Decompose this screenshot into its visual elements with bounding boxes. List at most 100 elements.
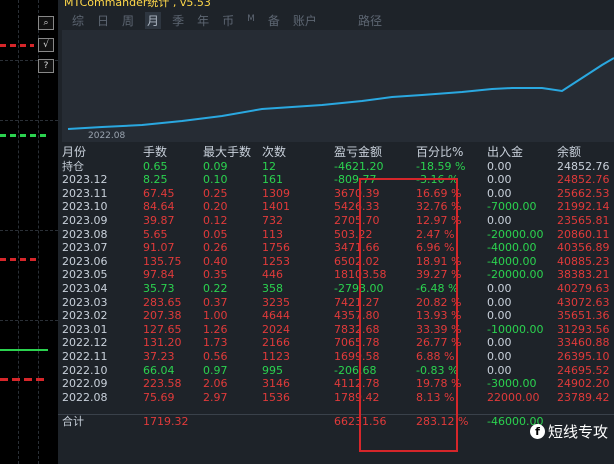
tab-year[interactable]: 年 [195,12,211,29]
cell: 2024 [262,322,290,336]
cell: 732 [262,213,283,227]
month-cell: 2022.12 [62,336,108,350]
cell: 23565.81 [557,213,610,227]
host-chart-strip: ⌕ √ ? [0,0,58,464]
col-lots: 手数 [143,145,168,159]
table-row[interactable]: 2023.10 84.64 0.20 1401 5426.33 32.76 % -7000.… [58,200,612,214]
cell: 37.23 [143,349,175,363]
month-cell: 2023.06 [62,254,108,268]
price-level-green [0,134,48,137]
table-row[interactable]: 2023.09 39.87 0.12 732 2705.70 12.97 % 0.00 235… [58,214,612,228]
cell: 22000.00 [487,390,540,404]
cell: 995 [262,363,283,377]
table-row[interactable]: 2023.12 8.25 0.10 161 -809.77 -3.16 % 0.00 2485… [58,173,612,187]
cell: 0.10 [203,173,228,187]
cell: 5.65 [143,227,168,241]
cell: 3235 [262,295,290,309]
cell: -7000.00 [487,200,537,214]
path-label[interactable]: 路径 [358,12,382,29]
holding-label: 持仓 [62,159,84,173]
cell: 84.64 [143,200,175,214]
table-row[interactable]: 2023.05 97.84 0.35 446 18103.58 39.27 % -20000… [58,268,612,282]
window-title: MTCommander统计 , v5.53 [64,0,211,9]
tab-notes[interactable]: 备 [266,12,282,29]
table-row[interactable]: 2022.08 75.69 2.97 1536 1789.42 8.13 % 22000.0… [58,391,612,405]
month-cell: 2023.12 [62,173,108,187]
cell: 135.75 [143,254,182,268]
cell: -4000.00 [487,241,537,255]
cell: 40279.63 [557,281,610,295]
cell: 0.00 [487,363,512,377]
table-row[interactable]: 2023.02 207.38 1.00 4644 4357.80 13.93 % 0.00 3… [58,309,612,323]
table-row[interactable]: 2023.07 91.07 0.26 1756 3471.66 6.96 % -4000.0… [58,241,612,255]
table-row[interactable]: 2022.10 66.04 0.97 995 -206.68 -0.83 % 0.00 246… [58,364,612,378]
col-pnl: 盈亏金额 [334,145,383,159]
cell: 0.22 [203,281,228,295]
cell: 446 [262,268,283,282]
cell: 0.26 [203,241,228,255]
cell: 1.73 [203,336,228,350]
month-cell: 2023.11 [62,186,108,200]
cell [262,415,334,429]
cell: 1.26 [203,322,228,336]
tab-currency[interactable]: 币 [220,12,236,29]
month-cell: 2023.03 [62,295,108,309]
table-row[interactable]: 2023.03 283.65 0.37 3235 7421.27 20.82 % 0.00 4… [58,296,612,310]
period-tabs: 综 日 周 月 季 年 币 M 备 账户 [70,12,328,29]
tab-summary[interactable]: 综 [70,12,86,29]
cell: 20860.11 [557,227,610,241]
cell: 24695.52 [557,363,610,377]
total-table: 合计 1719.32 66231.56 283.12 % -46000.00 [58,415,612,429]
cell: -10000.00 [487,322,544,336]
month-cell: 2023.09 [62,213,108,227]
tab-m[interactable]: M [245,14,257,29]
cell: 2.06 [203,377,228,391]
col-count: 次数 [262,145,287,159]
cell: 1756 [262,241,290,255]
cell: 33460.88 [557,336,610,350]
cell: 75.69 [143,390,175,404]
pnl-highlight-box [359,178,458,452]
cell: 1123 [262,349,290,363]
tab-week[interactable]: 周 [120,12,136,29]
cell: 131.20 [143,336,182,350]
price-level-red [0,258,40,261]
cell: -4000.00 [487,254,537,268]
table-row[interactable]: 2022.09 223.58 2.06 3146 4112.78 19.78 % -3000… [58,377,612,391]
watermark: f 短线专攻 [529,421,608,442]
table-row[interactable]: 2023.04 35.73 0.22 358 -2793.00 -6.48 % 0.00 40… [58,282,612,296]
table-row[interactable]: 2023.08 5.65 0.05 113 503.22 2.47 % -20000.00 2… [58,228,612,242]
tab-day[interactable]: 日 [95,12,111,29]
balance-curve-chart: 2022.08 [62,30,614,142]
magnifier-icon[interactable]: ⌕ [38,16,54,30]
cell: 0.00 [487,336,512,350]
tab-quarter[interactable]: 季 [170,12,186,29]
cell: 35651.36 [557,309,610,323]
cell: 43072.63 [557,295,610,309]
cell: 0.00 [487,159,512,173]
cell: 67.45 [143,186,175,200]
cell: -3000.00 [487,377,537,391]
tab-account[interactable]: 账户 [291,12,319,29]
month-cell: 2023.05 [62,268,108,282]
cell: 24902.20 [557,377,610,391]
cell [203,415,262,429]
table-row[interactable]: 2023.11 67.45 0.25 1309 3670.39 16.69 % 0.00 25… [58,187,612,201]
cell: 91.07 [143,241,175,255]
month-cell: 2022.09 [62,377,108,391]
x-tick-label: 2022.08 [88,131,126,141]
holding-row[interactable]: 持仓 0.65 0.09 12 -4621.20 -18.59 % 0.00 2… [58,160,612,174]
table-row[interactable]: 2023.06 135.75 0.40 1253 6502.02 18.91 % -4000… [58,255,612,269]
cell: -18.59 % [416,159,466,173]
table-row[interactable]: 2023.01 127.65 1.26 2024 7832.68 33.39 % -1000… [58,323,612,337]
checkmark-icon[interactable]: √ [38,38,54,52]
month-cell: 2023.01 [62,322,108,336]
table-row[interactable]: 2022.12 131.20 1.73 2166 7065.78 26.77 % 0.00 3… [58,336,612,350]
table-header: 月份 手数 最大手数 次数 盈亏金额 百分比% 出入金 余额 [58,145,612,160]
help-icon[interactable]: ? [38,59,54,73]
table-row[interactable]: 2022.11 37.23 0.56 1123 1699.58 6.88 % 0.00 263… [58,350,612,364]
tab-month[interactable]: 月 [145,12,162,29]
cell: 21992.14 [557,200,610,214]
facebook-icon: f [529,424,545,439]
grid-line [0,230,58,231]
